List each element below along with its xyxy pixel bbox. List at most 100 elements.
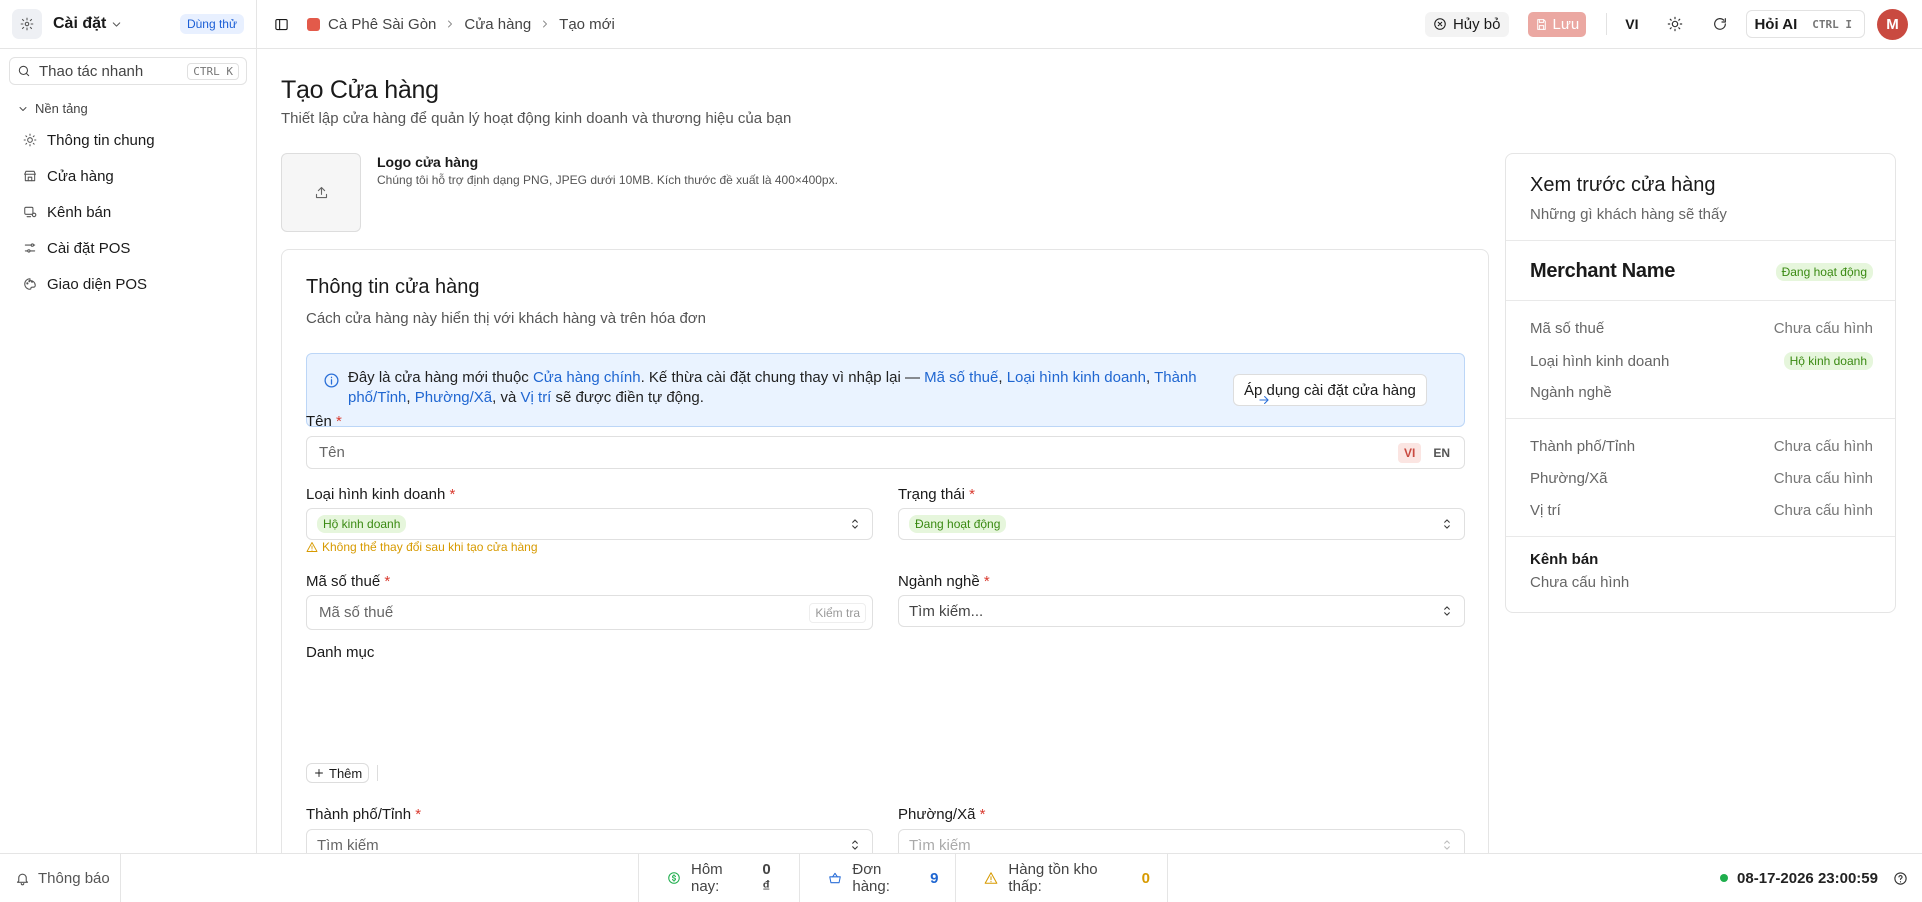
sidebar-item-label: Kênh bán (47, 203, 112, 221)
settings-logo-icon (12, 9, 42, 39)
metric-orders[interactable]: Đơn hàng: 9 (800, 854, 957, 902)
logo-hint: Chúng tôi hỗ trợ định dạng PNG, JPEG dướ… (377, 173, 838, 187)
label-text: Phường/Xã (898, 806, 976, 823)
warning-icon (306, 541, 318, 553)
save-button[interactable]: Lưu (1527, 11, 1587, 37)
breadcrumb-stores[interactable]: Cửa hàng (464, 16, 531, 33)
tax-id-input[interactable]: Mã số thuế Kiểm tra (306, 595, 873, 630)
card-title: Thông tin cửa hàng (306, 276, 480, 298)
help-icon[interactable] (1893, 871, 1908, 886)
cancel-button[interactable]: Hủy bỏ (1424, 11, 1509, 37)
row-label: Loại hình kinh doanh (1530, 352, 1670, 370)
name-input[interactable]: Tên VI EN (306, 436, 1465, 469)
business-type-value: Hộ kinh doanh (317, 515, 407, 533)
notice-link-ward[interactable]: Phường/Xã (415, 389, 492, 406)
sidebar-header: Cài đặt Dùng thử (0, 0, 256, 49)
label-text: Tên (306, 413, 332, 430)
row-value: Chưa cấu hình (1773, 438, 1873, 455)
ward-label: Phường/Xã * (898, 806, 985, 823)
chevron-down-icon[interactable] (110, 18, 123, 31)
row-label: Ngành nghề (1530, 384, 1612, 401)
status-metrics: Hôm nay: 0 ₫ Đơn hàng: 9 Hàng tồn kho th… (638, 854, 1168, 902)
bell-icon (15, 871, 30, 886)
verify-button[interactable]: Kiểm tra (809, 602, 866, 623)
store-preview-panel: Xem trước cửa hàng Những gì khách hàng s… (1505, 153, 1896, 613)
lang-tab-en[interactable]: EN (1427, 443, 1456, 463)
sidebar-item-stores[interactable]: Cửa hàng (0, 158, 256, 194)
preview-channel-value: Chưa cấu hình (1530, 574, 1630, 591)
preview-title: Xem trước cửa hàng (1530, 174, 1716, 196)
language-switch[interactable]: VI (1625, 16, 1638, 32)
sidebar-item-pos-theme[interactable]: Giao diện POS (0, 266, 256, 302)
chevrons-updown-icon (1440, 838, 1454, 852)
add-category-button[interactable]: Thêm (306, 763, 370, 783)
page-title: Tạo Cửa hàng (281, 76, 439, 104)
quick-action-search[interactable]: Thao tác nhanh CTRL K (9, 57, 247, 85)
apply-store-settings-button[interactable]: Áp dụng cài đặt cửa hàng (1233, 374, 1427, 406)
sidebar-item-label: Thông tin chung (47, 131, 155, 149)
preview-subtitle: Những gì khách hàng sẽ thấy (1530, 206, 1727, 223)
close-circle-icon (1433, 17, 1447, 31)
sidebar-item-general[interactable]: Thông tin chung (0, 122, 256, 158)
status-bar: Thông báo Hôm nay: 0 ₫ Đơn hàng: 9 Hàng … (0, 853, 1922, 902)
industry-select[interactable]: Tìm kiếm... (898, 595, 1465, 627)
divider (1506, 240, 1895, 241)
palette-icon (23, 277, 37, 291)
sidebar: Cài đặt Dùng thử Thao tác nhanh CTRL K N… (0, 0, 257, 853)
row-value: Chưa cấu hình (1773, 502, 1873, 519)
status-select[interactable]: Đang hoạt động (898, 508, 1465, 540)
lang-tab-vi[interactable]: VI (1397, 442, 1422, 463)
chevrons-updown-icon (848, 838, 862, 852)
add-label: Thêm (329, 765, 363, 781)
avatar[interactable]: M (1877, 8, 1908, 40)
trial-badge[interactable]: Dùng thử (179, 14, 244, 34)
store-info-card: Thông tin cửa hàng Cách cửa hàng này hiể… (281, 249, 1489, 853)
logo-upload[interactable] (281, 153, 361, 232)
sidebar-item-pos-settings[interactable]: Cài đặt POS (0, 230, 256, 266)
notice-link-main-store[interactable]: Cửa hàng chính (533, 369, 641, 386)
sidebar-toggle-icon[interactable] (274, 17, 289, 32)
sidebar-title[interactable]: Cài đặt (53, 15, 106, 33)
channel-icon (23, 205, 37, 219)
required-mark: * (969, 486, 975, 503)
status-clock: 08-17-2026 23:00:59 (1720, 854, 1908, 902)
business-type-select[interactable]: Hộ kinh doanh (306, 508, 873, 540)
industry-label: Ngành nghề * (898, 573, 990, 590)
preview-row-city: Thành phố/Tỉnh Chưa cấu hình (1530, 438, 1873, 455)
cancel-label: Hủy bỏ (1452, 15, 1501, 33)
row-value: Chưa cấu hình (1773, 470, 1873, 487)
save-label: Lưu (1552, 15, 1580, 33)
search-label: Thao tác nhanh (39, 62, 144, 80)
ward-select[interactable]: Tìm kiếm (898, 829, 1465, 853)
notifications-label: Thông báo (38, 869, 110, 887)
metric-today[interactable]: Hôm nay: 0 ₫ (639, 854, 801, 902)
divider (1506, 536, 1895, 537)
theme-toggle-icon[interactable] (1667, 16, 1683, 32)
notice-link-location[interactable]: Vị trí (521, 389, 552, 406)
metric-low-stock[interactable]: Hàng tồn kho thấp: 0 (956, 854, 1167, 902)
sidebar-section-platform[interactable]: Nền tảng (0, 101, 256, 116)
chevrons-updown-icon (848, 517, 862, 531)
row-value: Chưa cấu hình (1773, 320, 1873, 337)
label-text: Thành phố/Tỉnh (306, 806, 412, 823)
city-select[interactable]: Tìm kiếm (306, 829, 873, 853)
notifications-button[interactable]: Thông báo (0, 854, 121, 902)
ask-ai-button[interactable]: Hỏi AI CTRL I (1746, 10, 1865, 38)
required-mark: * (415, 806, 422, 823)
preview-channel-title: Kênh bán (1530, 551, 1599, 568)
city-placeholder: Tìm kiếm (317, 836, 379, 854)
notice-link-tax-id[interactable]: Mã số thuế (924, 369, 998, 386)
breadcrumb: Cà Phê Sài Gòn Cửa hàng Tạo mới (307, 16, 615, 33)
breadcrumb-shop[interactable]: Cà Phê Sài Gòn (328, 16, 436, 33)
info-icon (323, 372, 340, 389)
toolbar-divider (1606, 13, 1608, 35)
industry-placeholder: Tìm kiếm... (909, 602, 984, 620)
refresh-icon[interactable] (1712, 16, 1728, 32)
required-mark: * (336, 413, 342, 430)
preview-row-industry: Ngành nghề (1530, 384, 1873, 401)
notice-link-business-type[interactable]: Loại hình kinh doanh (1007, 369, 1146, 386)
chevrons-updown-icon (1440, 604, 1454, 618)
sidebar-item-label: Cửa hàng (47, 167, 114, 185)
warning-icon (984, 871, 998, 885)
sidebar-item-channels[interactable]: Kênh bán (0, 194, 256, 230)
